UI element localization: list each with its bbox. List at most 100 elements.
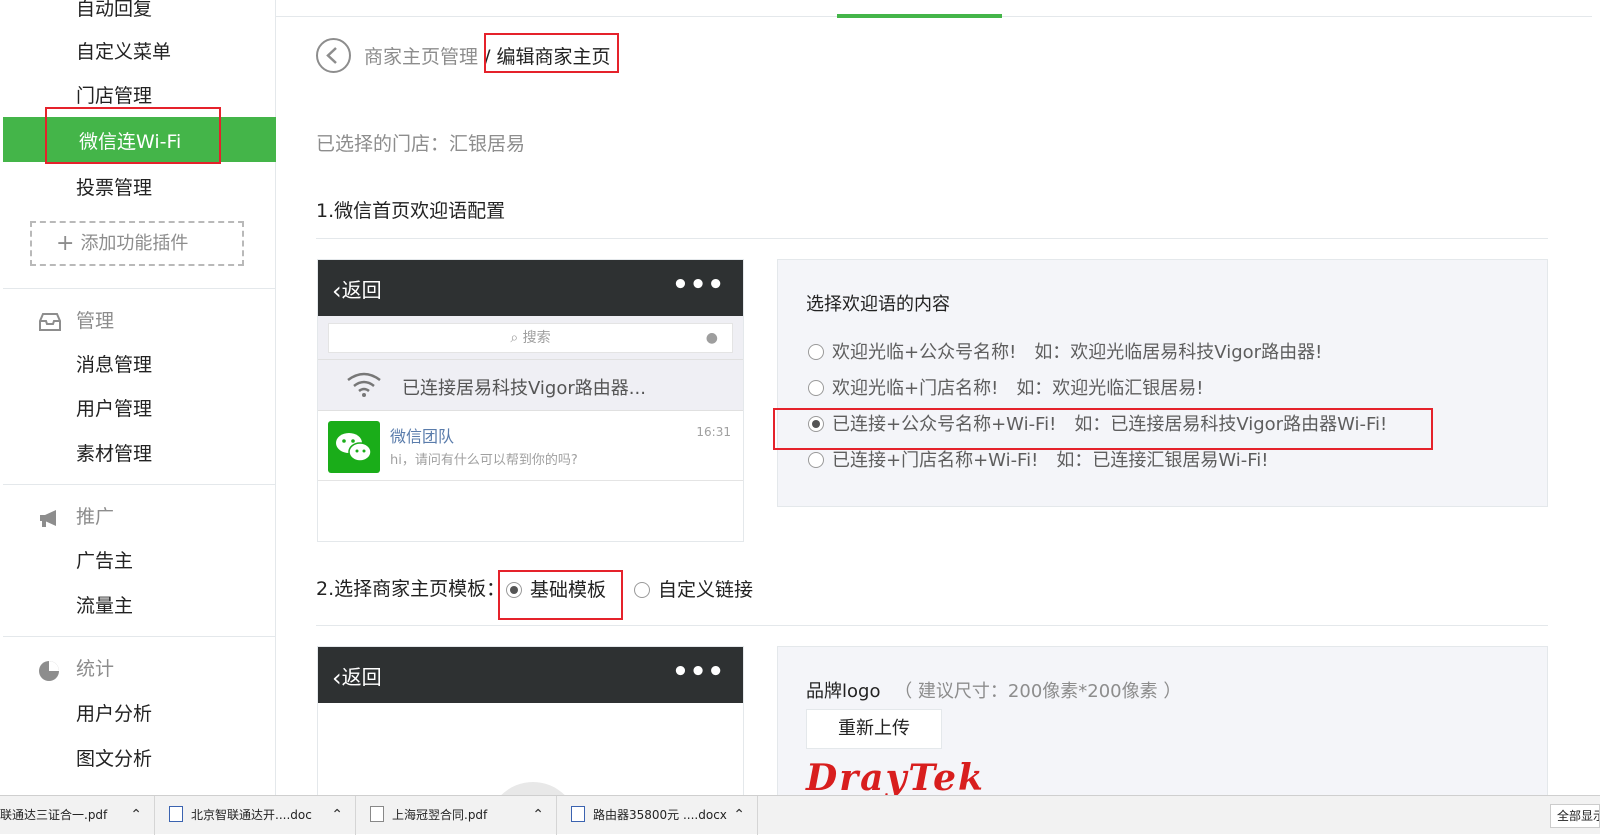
phone-back-label: 返回 xyxy=(341,665,382,689)
highlight-box-template xyxy=(498,570,623,620)
sidebar-item-users[interactable]: 用户管理 xyxy=(76,394,152,421)
phone-preview-welcome: ‹返回 ••• ⌕ 搜索 ● 已连接居易科技Vigor路由器... 微信团队 h… xyxy=(317,259,744,542)
download-item-label: 上海冠翌合同.pdf xyxy=(392,808,488,822)
chevron-left-icon xyxy=(326,47,337,64)
phone-header: ‹返回 ••• xyxy=(318,647,743,703)
phone-header: ‹返回 ••• xyxy=(318,260,743,316)
chevron-left-icon: ‹ xyxy=(332,277,342,305)
more-icon: ••• xyxy=(672,657,725,687)
welcome-options-panel: 选择欢迎语的内容 欢迎光临+公众号名称! 如：欢迎光临居易科技Vigor路由器! … xyxy=(777,259,1548,507)
phone-preview-template: ‹返回 ••• xyxy=(317,646,744,806)
sidebar-item-advertiser[interactable]: 广告主 xyxy=(76,546,133,573)
sidebar-item-messages[interactable]: 消息管理 xyxy=(76,350,152,377)
megaphone-icon xyxy=(38,508,62,528)
phone-chat-name: 微信团队 xyxy=(390,427,455,446)
welcome-option-text: 欢迎光临+门店名称! xyxy=(832,378,999,399)
selected-store-label: 已选择的门店：汇银居易 xyxy=(316,133,526,155)
phone-search-box: ⌕ 搜索 ● xyxy=(328,323,733,353)
sidebar-group-promote-label: 推广 xyxy=(76,506,115,528)
sidebar-item-store-management[interactable]: 门店管理 xyxy=(76,81,152,108)
download-item[interactable]: 上海冠翌合同.pdf ⌃ xyxy=(356,796,557,835)
highlight-box-breadcrumb xyxy=(484,33,619,73)
chevron-up-icon[interactable]: ⌃ xyxy=(532,796,544,835)
brand-logo-row: 品牌logo （ 建议尺寸：200像素*200像素 ） xyxy=(806,677,1181,703)
download-bar: 联通达三证合一.pdf ⌃ 北京智联通达开....doc ⌃ 上海冠翌合同.pd… xyxy=(0,795,1600,835)
chevron-up-icon[interactable]: ⌃ xyxy=(733,796,745,835)
sidebar-item-article-analysis[interactable]: 图文分析 xyxy=(76,744,152,771)
brand-logo-image: DrayTek xyxy=(806,757,985,799)
pie-chart-icon xyxy=(38,660,62,681)
phone-search-placeholder: 搜索 xyxy=(522,330,551,346)
more-icon: ••• xyxy=(672,270,725,300)
download-item[interactable]: 联通达三证合一.pdf ⌃ xyxy=(0,796,155,835)
sidebar-item-custom-menu[interactable]: 自定义菜单 xyxy=(76,37,171,64)
doc-file-icon xyxy=(169,806,183,822)
highlight-box-wifi xyxy=(45,107,221,164)
sidebar-divider xyxy=(3,484,276,485)
sidebar-group-manage-label: 管理 xyxy=(76,310,115,332)
welcome-option-example: 如：欢迎光临居易科技Vigor路由器! xyxy=(1034,342,1323,363)
welcome-option-example: 如：欢迎光临汇银居易! xyxy=(1016,378,1204,399)
doc-file-icon xyxy=(571,806,585,822)
sidebar-group-stats-label: 统计 xyxy=(76,658,115,680)
brand-logo-panel: 品牌logo （ 建议尺寸：200像素*200像素 ） 重新上传 DrayTek xyxy=(777,646,1548,806)
welcome-options-title: 选择欢迎语的内容 xyxy=(806,294,950,315)
main-content: 商家主页管理 / 编辑商家主页 已选择的门店：汇银居易 1.微信首页欢迎语配置 … xyxy=(276,0,1600,806)
phone-chat-item: 微信团队 hi，请问有什么可以帮到你的吗? 16:31 xyxy=(318,411,743,481)
sidebar-divider xyxy=(3,636,276,637)
chevron-up-icon[interactable]: ⌃ xyxy=(331,796,343,835)
welcome-option-1[interactable]: 欢迎光临+公众号名称! 如：欢迎光临居易科技Vigor路由器! xyxy=(808,338,1322,364)
brand-logo-label: 品牌logo xyxy=(806,681,881,702)
radio-icon[interactable] xyxy=(634,582,650,598)
phone-back: ‹返回 xyxy=(332,274,382,305)
sidebar-group-promote: 推广 xyxy=(38,502,114,529)
section-divider xyxy=(316,238,1548,239)
chevron-left-icon: ‹ xyxy=(332,664,342,692)
phone-back-label: 返回 xyxy=(341,278,382,302)
phone-wifi-banner: 已连接居易科技Vigor路由器... xyxy=(318,359,743,411)
sidebar-group-stats: 统计 xyxy=(38,654,114,681)
microphone-icon: ● xyxy=(705,330,718,346)
welcome-option-text: 欢迎光临+公众号名称! xyxy=(832,342,1017,363)
active-tab-indicator xyxy=(837,14,1002,18)
phone-chat-time: 16:31 xyxy=(696,425,731,439)
download-item[interactable]: 北京智联通达开....doc ⌃ xyxy=(155,796,356,835)
welcome-option-example: 如：已连接汇银居易Wi-Fi! xyxy=(1056,450,1269,471)
reupload-button[interactable]: 重新上传 xyxy=(806,709,942,749)
sidebar-item-materials[interactable]: 素材管理 xyxy=(76,439,152,466)
sidebar-item-publisher[interactable]: 流量主 xyxy=(76,591,133,618)
brand-logo-hint: （ 建议尺寸：200像素*200像素 ） xyxy=(894,681,1182,702)
phone-search-area: ⌕ 搜索 ● xyxy=(318,316,743,359)
wechat-logo-icon xyxy=(328,421,380,473)
radio-icon[interactable] xyxy=(808,344,824,360)
download-item-label: 联通达三证合一.pdf xyxy=(0,808,108,822)
highlight-box-option xyxy=(773,408,1433,450)
sidebar-item-user-analysis[interactable]: 用户分析 xyxy=(76,699,152,726)
sidebar-item-auto-reply[interactable]: 自动回复 xyxy=(76,0,152,21)
search-icon: ⌕ xyxy=(510,330,519,346)
sidebar-item-vote-management[interactable]: 投票管理 xyxy=(76,173,152,200)
chevron-up-icon[interactable]: ⌃ xyxy=(130,796,142,835)
sidebar-group-manage: 管理 xyxy=(38,306,114,333)
inbox-icon xyxy=(38,312,62,332)
download-item-label: 北京智联通达开....doc xyxy=(191,808,312,822)
download-item[interactable]: 路由器35800元 ....docx ⌃ xyxy=(557,796,758,835)
radio-icon[interactable] xyxy=(808,452,824,468)
phone-back: ‹返回 xyxy=(332,661,382,692)
show-all-button[interactable]: 全部显示 xyxy=(1550,804,1600,828)
welcome-option-text: 已连接+门店名称+Wi-Fi! xyxy=(832,450,1039,471)
template-option-custom-link[interactable]: 自定义链接 xyxy=(634,575,753,602)
radio-icon[interactable] xyxy=(808,380,824,396)
add-plugin-button[interactable]: + 添加功能插件 xyxy=(30,221,244,266)
section-welcome-title: 1.微信首页欢迎语配置 xyxy=(316,200,506,222)
add-plugin-label: 添加功能插件 xyxy=(80,233,189,254)
back-button[interactable] xyxy=(316,38,351,73)
phone-wifi-text: 已连接居易科技Vigor路由器... xyxy=(402,378,646,399)
scrollbar[interactable] xyxy=(1592,0,1600,795)
plus-icon: + xyxy=(56,231,75,256)
breadcrumb-parent[interactable]: 商家主页管理 xyxy=(364,46,478,68)
sidebar-divider xyxy=(3,288,276,289)
phone-chat-message: hi，请问有什么可以帮到你的吗? xyxy=(390,453,578,468)
pdf-file-icon xyxy=(370,806,384,822)
welcome-option-2[interactable]: 欢迎光临+门店名称! 如：欢迎光临汇银居易! xyxy=(808,374,1204,400)
